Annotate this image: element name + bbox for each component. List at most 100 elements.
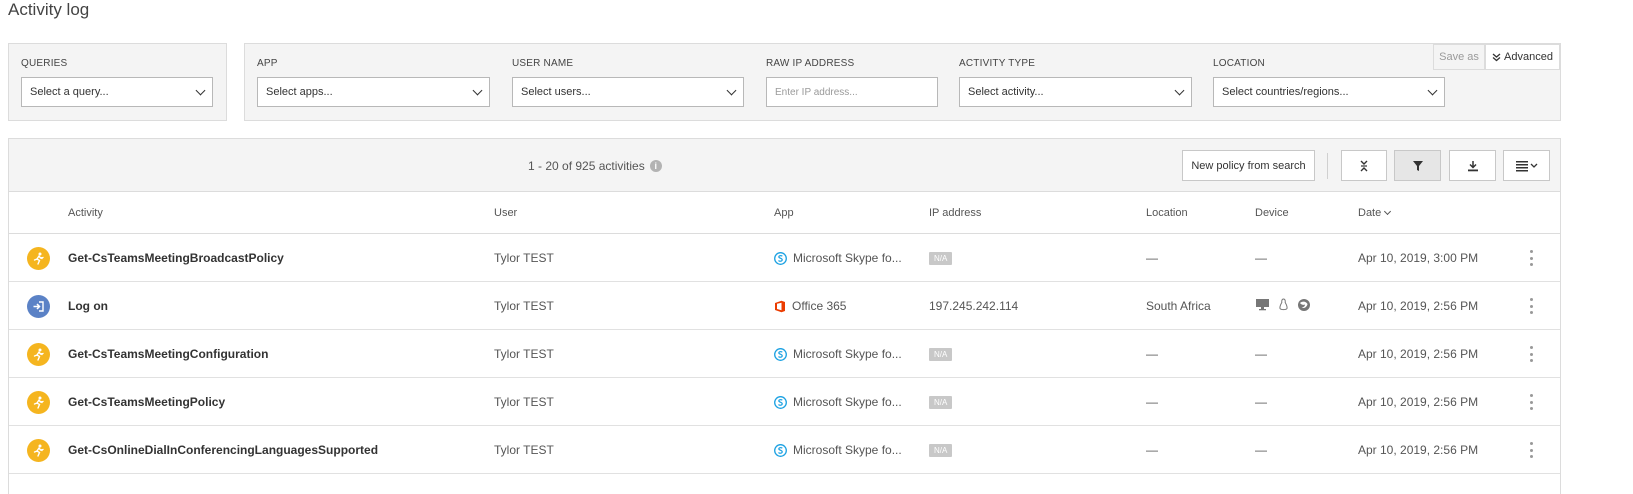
desktop-icon — [1255, 298, 1270, 314]
filter-button[interactable] — [1394, 150, 1441, 181]
column-header-app[interactable]: App — [774, 207, 794, 219]
more-options-icon[interactable] — [1529, 442, 1533, 458]
export-button[interactable] — [1449, 150, 1496, 181]
expand-collapse-button[interactable] — [1341, 150, 1387, 181]
device-value: — — [1255, 443, 1267, 457]
app-filter-label: APP — [257, 58, 278, 69]
toolbar-divider — [1327, 153, 1328, 179]
columns-icon — [1515, 160, 1537, 171]
column-header-device[interactable]: Device — [1255, 207, 1289, 219]
ip-address[interactable]: 197.245.242.114 — [929, 299, 1018, 313]
user-name[interactable]: Tylor TEST — [494, 395, 554, 409]
column-header-user[interactable]: User — [494, 207, 517, 219]
activity-name[interactable]: Log on — [68, 299, 108, 313]
app-select-value: Select apps... — [266, 86, 333, 98]
na-badge: N/A — [929, 443, 953, 457]
user-name[interactable]: Tylor TEST — [494, 251, 554, 265]
firefox-icon — [1297, 298, 1311, 315]
activity-select[interactable]: Select activity... — [959, 77, 1192, 107]
date-value: Apr 10, 2019, 2:56 PM — [1358, 443, 1479, 457]
location-value: — — [1146, 347, 1158, 361]
columns-menu-button[interactable] — [1503, 150, 1550, 181]
na-badge: N/A — [929, 395, 953, 409]
activity-name[interactable]: Get-CsTeamsMeetingBroadcastPolicy — [68, 251, 284, 265]
more-options-icon[interactable] — [1529, 298, 1533, 314]
skype-icon — [774, 395, 787, 409]
location-select[interactable]: Select countries/regions... — [1213, 77, 1445, 107]
app-name[interactable]: Microsoft Skype fo... — [793, 443, 902, 457]
ip-filter-label: RAW IP ADDRESS — [766, 58, 855, 69]
date-value: Apr 10, 2019, 2:56 PM — [1358, 299, 1479, 313]
user-name[interactable]: Tylor TEST — [494, 443, 554, 457]
results-count: 1 - 20 of 925 activities i — [528, 159, 662, 173]
user-name[interactable]: Tylor TEST — [494, 299, 554, 313]
app-name[interactable]: Microsoft Skype fo... — [793, 347, 902, 361]
user-name[interactable]: Tylor TEST — [494, 347, 554, 361]
filter-icon — [1412, 160, 1423, 171]
chevron-down-icon — [726, 85, 737, 95]
location-value: — — [1146, 443, 1158, 457]
app-name[interactable]: Microsoft Skype fo... — [793, 251, 902, 265]
ip-address-input[interactable] — [766, 77, 938, 107]
queries-panel: QUERIES Select a query... — [8, 43, 227, 121]
download-icon — [1467, 160, 1478, 171]
device-value: — — [1255, 347, 1267, 361]
location-value: South Africa — [1146, 299, 1211, 313]
column-header-date[interactable]: Date — [1358, 207, 1392, 219]
activity-filter-label: ACTIVITY TYPE — [959, 58, 1036, 69]
date-value: Apr 10, 2019, 2:56 PM — [1358, 395, 1479, 409]
device-value: — — [1255, 251, 1267, 265]
device-value: — — [1255, 395, 1267, 409]
run-command-icon — [27, 343, 50, 366]
na-badge: N/A — [929, 347, 953, 361]
more-options-icon[interactable] — [1529, 250, 1533, 266]
chevron-down-icon — [472, 85, 483, 95]
activity-name[interactable]: Get-CsTeamsMeetingPolicy — [68, 395, 225, 409]
advanced-button[interactable]: Advanced — [1485, 44, 1560, 70]
results-toolbar: 1 - 20 of 925 activities i New policy fr… — [9, 139, 1560, 192]
more-options-icon[interactable] — [1529, 346, 1533, 362]
user-select[interactable]: Select users... — [512, 77, 744, 107]
app-select[interactable]: Select apps... — [257, 77, 490, 107]
queries-label: QUERIES — [21, 58, 68, 69]
log-on-icon — [27, 295, 50, 318]
results-table: 1 - 20 of 925 activities i New policy fr… — [8, 138, 1561, 494]
column-header-activity[interactable]: Activity — [68, 207, 103, 219]
new-policy-button[interactable]: New policy from search — [1182, 150, 1315, 181]
office-365-icon — [774, 300, 786, 313]
page-title: Activity log — [8, 0, 90, 19]
query-select-value: Select a query... — [30, 86, 109, 98]
app-name[interactable]: Office 365 — [792, 299, 846, 313]
skype-icon — [774, 443, 787, 457]
info-icon[interactable]: i — [649, 160, 662, 172]
activity-select-value: Select activity... — [968, 86, 1044, 98]
location-filter-label: LOCATION — [1213, 58, 1265, 69]
chevron-down-icon — [195, 85, 206, 95]
chevron-down-icon — [1174, 85, 1185, 95]
activity-name[interactable]: Get-CsOnlineDialInConferencingLanguagesS… — [68, 443, 378, 457]
location-value: — — [1146, 395, 1158, 409]
location-select-value: Select countries/regions... — [1222, 86, 1349, 98]
activity-name[interactable]: Get-CsTeamsMeetingConfiguration — [68, 347, 268, 361]
user-filter-label: USER NAME — [512, 58, 574, 69]
double-chevron-down-icon — [1492, 53, 1501, 61]
app-name[interactable]: Microsoft Skype fo... — [793, 395, 902, 409]
query-select[interactable]: Select a query... — [21, 77, 213, 107]
table-row[interactable]: Get-CsTeamsMeetingPolicy Tylor TEST Micr… — [9, 378, 1560, 426]
table-row[interactable]: Get-CsTeamsMeetingConfiguration Tylor TE… — [9, 330, 1560, 378]
table-row[interactable]: Get-CsTeamsMeetingBroadcastPolicy Tylor … — [9, 234, 1560, 282]
na-badge: N/A — [929, 251, 953, 265]
user-select-value: Select users... — [521, 86, 591, 98]
skype-icon — [774, 251, 787, 265]
column-header-location[interactable]: Location — [1146, 207, 1188, 219]
run-command-icon — [27, 439, 50, 462]
more-options-icon[interactable] — [1529, 394, 1533, 410]
table-row[interactable]: Log on Tylor TEST Office 365 197.245.242… — [9, 282, 1560, 330]
skype-icon — [774, 347, 787, 361]
column-header-ip[interactable]: IP address — [929, 207, 981, 219]
table-row[interactable]: Get-CsOnlineDialInConferencingLanguagesS… — [9, 426, 1560, 474]
expand-collapse-icon — [1360, 160, 1368, 171]
results-count-text: 1 - 20 of 925 activities — [528, 159, 645, 173]
column-header-date-label: Date — [1358, 207, 1382, 219]
save-as-button[interactable]: Save as — [1433, 44, 1485, 70]
